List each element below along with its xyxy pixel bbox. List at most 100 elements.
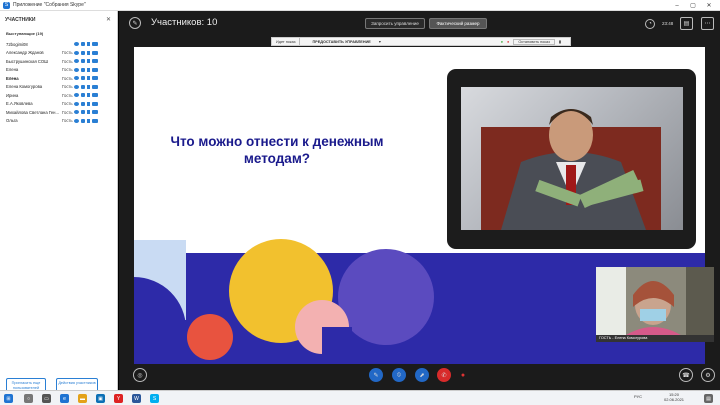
record-dot-icon: ● xyxy=(507,39,510,44)
participant-role: Гость xyxy=(62,101,73,107)
participant-row[interactable]: Елена Гость xyxy=(6,66,114,75)
chat-icon xyxy=(74,101,79,106)
businessman-photo xyxy=(461,87,683,230)
microphone-icon[interactable]: ✎ xyxy=(369,368,383,382)
close-icon[interactable]: ✕ xyxy=(702,0,716,11)
microphone-icon xyxy=(81,50,85,55)
participant-row[interactable]: Елена Комогурова Гость xyxy=(6,83,114,92)
notifications-icon[interactable]: ▤ xyxy=(704,394,713,403)
word-icon[interactable]: W xyxy=(132,394,141,403)
edge-icon[interactable]: e xyxy=(60,394,69,403)
participant-row[interactable]: Ирина Гость xyxy=(6,91,114,100)
video-settings-icon[interactable]: ◎ xyxy=(133,368,147,382)
tablet-frame xyxy=(447,69,696,249)
start-icon[interactable]: ⊞ xyxy=(4,394,13,403)
camera-icon xyxy=(87,50,90,55)
chat-icon xyxy=(74,59,79,64)
phone-icon[interactable]: ☎ xyxy=(679,368,693,382)
actual-size-button[interactable]: Фактический размер xyxy=(429,18,487,29)
hang-up-icon[interactable]: ✆ xyxy=(437,368,451,382)
red-circle xyxy=(187,314,233,360)
screen-icon xyxy=(92,42,98,47)
store-icon[interactable]: ▣ xyxy=(96,394,105,403)
participant-row[interactable]: Михайлова Светлана Ген... Гость xyxy=(6,108,114,117)
meeting-controls: ◎ ✎ ⦸ ⬈ ✆ ● ☎ ⚙ xyxy=(119,364,720,390)
camera-icon xyxy=(87,118,90,123)
present-icon[interactable]: ⬈ xyxy=(415,368,429,382)
chat-icon xyxy=(74,42,79,47)
participant-name: Ирина xyxy=(6,92,19,98)
more-options-icon[interactable]: ⋯ xyxy=(701,17,714,30)
presenting-label: Идет показ xyxy=(276,39,296,44)
stop-sharing-button[interactable]: Остановить показ xyxy=(513,38,555,45)
search-icon[interactable]: ○ xyxy=(24,394,33,403)
chat-icon xyxy=(74,93,79,98)
microphone-icon xyxy=(81,110,85,115)
video-caption: ГОСТЬ - Елена Комогурова xyxy=(596,335,714,342)
settings-icon[interactable]: ⚙ xyxy=(701,368,715,382)
more-icon[interactable]: ● xyxy=(459,368,467,382)
explorer-icon[interactable]: ▬ xyxy=(78,394,87,403)
microphone-icon xyxy=(81,84,85,89)
skype-icon: S xyxy=(3,1,10,9)
camera-icon xyxy=(87,67,90,72)
chat-icon xyxy=(74,110,79,115)
microphone-icon xyxy=(81,42,85,47)
participant-row[interactable]: Е.А.Яковлева Гость xyxy=(6,100,114,109)
request-control-button[interactable]: Запросить управление xyxy=(365,18,425,29)
participant-row[interactable]: Ольга Гость xyxy=(6,117,114,126)
chat-icon xyxy=(74,84,79,89)
chat-icon xyxy=(74,118,79,123)
panel-title: УЧАСТНИКИ xyxy=(5,17,36,23)
skype-taskbar-icon[interactable]: S xyxy=(150,394,159,403)
participant-name: Александр Жданов xyxy=(6,50,44,56)
pin-icon[interactable]: ▮ xyxy=(555,39,565,44)
yandex-icon[interactable]: Y xyxy=(114,394,123,403)
meeting-topbar: ✎ Участников: 10 Запросить управление Фа… xyxy=(119,11,720,39)
maximize-icon[interactable]: ▢ xyxy=(686,0,700,11)
camera-icon xyxy=(87,110,90,115)
windows-taskbar: ⊞ ○ ▭ e ▬ ▣ Y W S РУС 15:20 02.06.2021 ▤ xyxy=(0,390,720,405)
participant-row[interactable]: Александр Жданов Гость xyxy=(6,49,114,58)
participant-count: Участников: 10 xyxy=(151,17,218,28)
screen-icon xyxy=(92,118,98,123)
camera-icon[interactable]: ⦸ xyxy=(392,368,406,382)
status-dot-icon: ● xyxy=(500,39,504,44)
quality-icon[interactable]: ◔ xyxy=(645,19,655,29)
clock[interactable]: 15:20 02.06.2021 xyxy=(664,392,684,402)
screen-icon xyxy=(92,84,98,89)
chat-icon xyxy=(74,76,79,81)
microphone-icon xyxy=(81,101,85,106)
close-panel-icon[interactable]: ✕ xyxy=(106,16,111,23)
participant-row[interactable]: 72bogimi08 xyxy=(6,40,114,49)
screen-icon xyxy=(92,50,98,55)
participant-name: Елена xyxy=(6,75,19,81)
minimize-icon[interactable]: – xyxy=(670,0,684,11)
give-control-button[interactable]: ПРЕДОСТАВИТЬ УПРАВЛЕНИЕ xyxy=(308,40,374,44)
participant-role: Гость xyxy=(62,67,73,73)
microphone-icon xyxy=(81,118,85,123)
sharing-bar: Идет показ ПРЕДОСТАВИТЬ УПРАВЛЕНИЕ ▾ ● ●… xyxy=(271,37,571,46)
chat-icon[interactable]: ✎ xyxy=(129,17,141,29)
participant-video[interactable]: ГОСТЬ - Елена Комогурова xyxy=(596,267,714,342)
participant-role: Гость xyxy=(62,109,73,115)
microphone-icon xyxy=(81,93,85,98)
chat-icon xyxy=(74,50,79,55)
participant-name: 72bogimi08 xyxy=(6,41,28,47)
clock-date: 02.06.2021 xyxy=(664,397,685,402)
layout-icon[interactable]: ▤ xyxy=(680,17,693,30)
participant-row[interactable]: Быструшинская СОШ Гость xyxy=(6,57,114,66)
presenters-section[interactable]: Выступающие (19) xyxy=(6,31,43,36)
navy-block xyxy=(322,327,352,368)
participant-row[interactable]: Елена Гость xyxy=(6,74,114,83)
camera-icon xyxy=(87,101,90,106)
microphone-icon xyxy=(81,67,85,72)
participant-name: Е.А.Яковлева xyxy=(6,101,33,107)
participant-role: Гость xyxy=(62,50,73,56)
keyboard-language[interactable]: РУС xyxy=(634,394,642,399)
camera-icon xyxy=(87,93,90,98)
screen-icon xyxy=(92,110,98,115)
give-control-dropdown[interactable]: ▾ xyxy=(375,39,385,44)
taskview-icon[interactable]: ▭ xyxy=(42,394,51,403)
camera-icon xyxy=(87,84,90,89)
